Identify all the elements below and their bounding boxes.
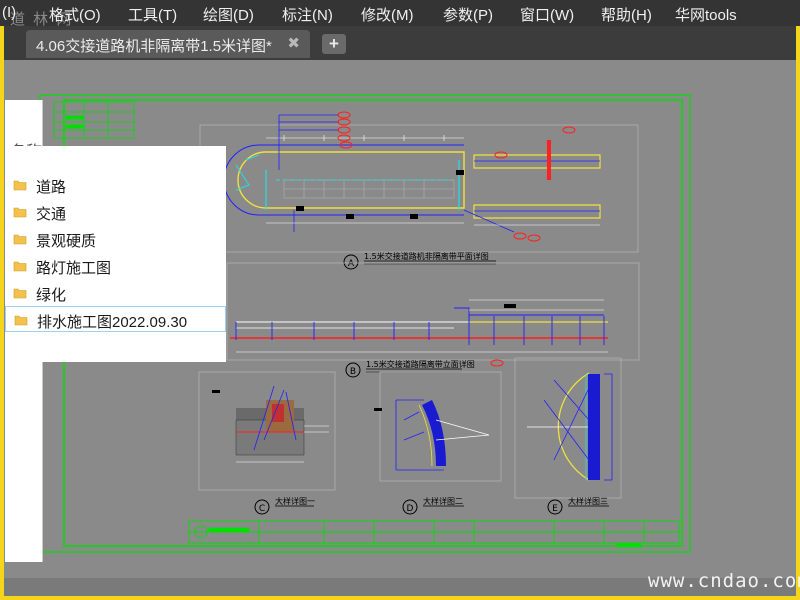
folder-icon: [13, 207, 27, 218]
detail-d-curb: [374, 399, 490, 471]
list-item[interactable]: 景观硬质: [5, 226, 226, 252]
list-item[interactable]: 交通: [5, 199, 226, 225]
folder-name: 景观硬质: [36, 233, 97, 250]
menu-item-format[interactable]: 格式(O): [49, 4, 101, 25]
detail-d-title: 大样详图二: [423, 496, 463, 506]
folder-icon: [14, 315, 28, 326]
folder-name: 排水施工图2022.09.30: [37, 314, 188, 331]
detail-e-frame: [514, 357, 622, 499]
folder-icon: [13, 180, 27, 191]
detail-d-label: D: [407, 504, 414, 514]
folder-name: 道路: [36, 179, 67, 196]
section-b-frame: [226, 262, 640, 361]
folder-icon: [13, 288, 27, 299]
title-block-top: [53, 101, 135, 139]
section-a-plan: [223, 111, 601, 242]
folder-name: 交通: [36, 206, 67, 223]
document-tab-bar: 4.06交接道路机非隔离带1.5米详图* ✖ +: [4, 26, 796, 60]
plus-icon[interactable]: +: [322, 34, 346, 54]
detail-e-arc: [490, 359, 613, 481]
menu-item-tools-plugin[interactable]: 华网tools: [675, 4, 737, 25]
folder-icon: [13, 261, 27, 272]
section-a-title: 1.5米交接道路机非隔离带平面详图: [364, 251, 489, 261]
close-icon[interactable]: ✖: [287, 34, 300, 52]
folder-icon: [13, 234, 27, 245]
detail-e-label: E: [552, 504, 558, 514]
list-item[interactable]: 路灯施工图: [5, 253, 226, 279]
section-a-label: A: [348, 259, 355, 269]
menu-item-insert[interactable]: (I): [2, 4, 16, 21]
site-watermark: www.cndao.com: [648, 570, 800, 592]
detail-c-section: [212, 385, 329, 463]
menu-item-help[interactable]: 帮助(H): [601, 4, 652, 25]
section-b-label: B: [350, 367, 356, 377]
list-item[interactable]: 道路: [5, 172, 226, 198]
document-tab[interactable]: 4.06交接道路机非隔离带1.5米详图* ✖: [26, 30, 310, 58]
detail-e-title: 大样详图三: [568, 496, 608, 506]
section-b-title: 1.5米交接道路隔离带立面详图: [366, 359, 475, 369]
title-block-bottom: [188, 520, 680, 548]
menu-item-modify[interactable]: 修改(M): [361, 4, 414, 25]
detail-c-title: 大样详图一: [275, 496, 315, 506]
section-b-elevation: [230, 299, 608, 353]
menu-item-window[interactable]: 窗口(W): [520, 4, 574, 25]
folder-name: 路灯施工图: [36, 260, 112, 277]
document-tab-title: 4.06交接道路机非隔离带1.5米详图*: [36, 38, 272, 55]
menu-item-tools[interactable]: 工具(T): [128, 4, 177, 25]
menu-bar: 道 林 网 (I) 格式(O) 工具(T) 绘图(D) 标注(N) 修改(M) …: [0, 0, 800, 28]
list-item-selected[interactable]: 排水施工图2022.09.30: [5, 306, 226, 332]
menu-item-dimension[interactable]: 标注(N): [282, 4, 333, 25]
detail-c-label: C: [259, 504, 265, 514]
folder-list: 道路 交通 景观硬质 路灯施工图 绿化 排水施工图2022.09.30: [5, 146, 226, 362]
list-item[interactable]: 绿化: [5, 280, 226, 306]
menu-item-draw[interactable]: 绘图(D): [203, 4, 254, 25]
folder-name: 绿化: [36, 287, 67, 304]
menu-item-parameter[interactable]: 参数(P): [443, 4, 493, 25]
